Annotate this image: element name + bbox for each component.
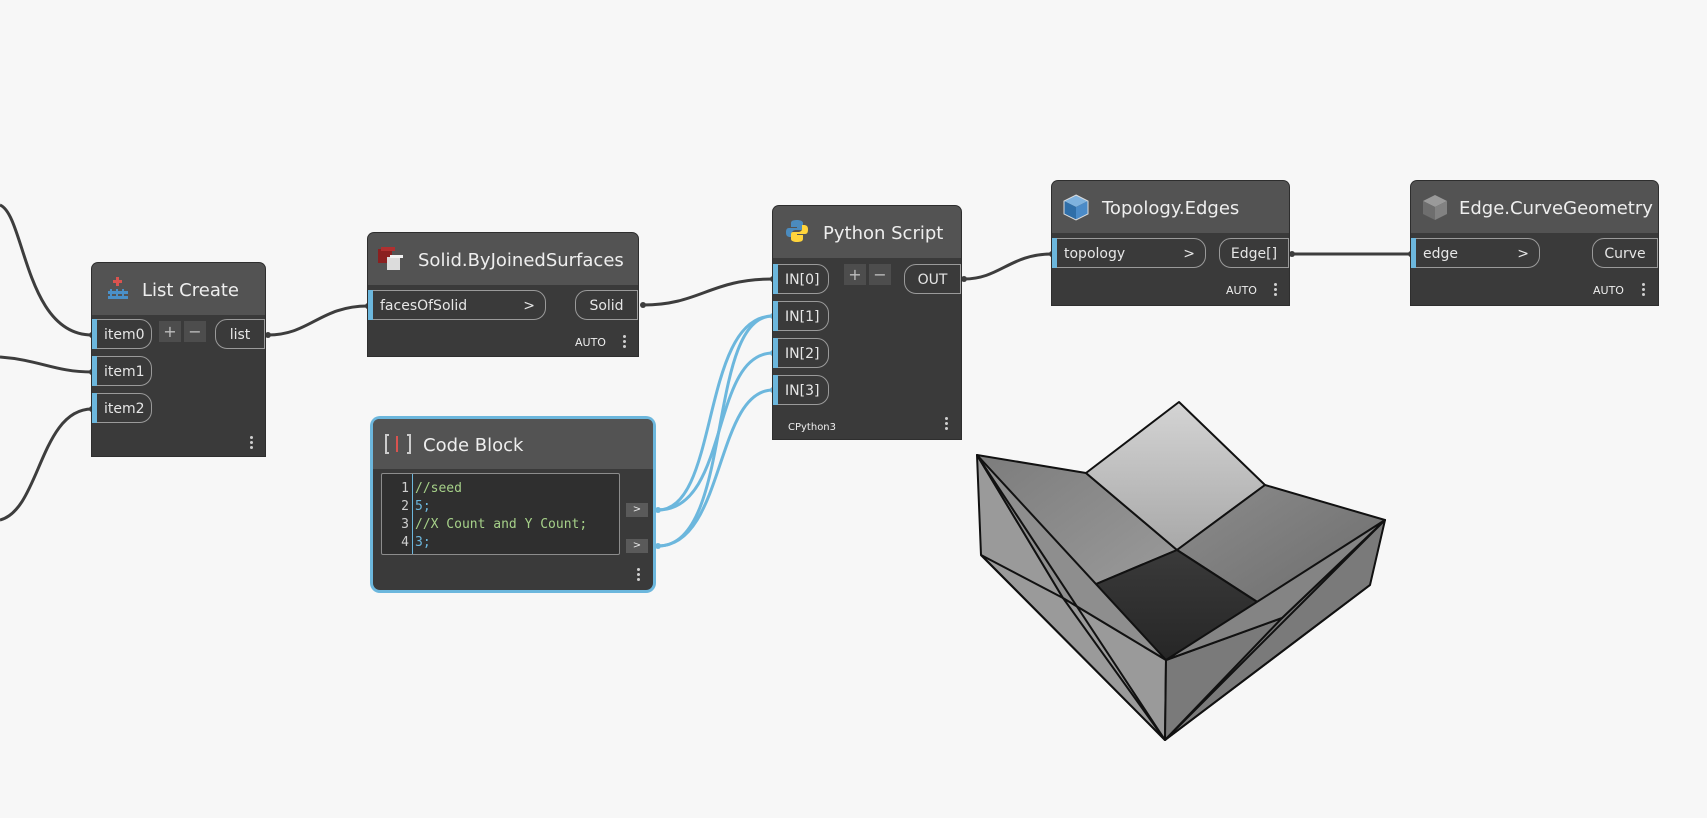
- output-port-list[interactable]: list: [215, 319, 265, 349]
- engine-label: CPython3: [788, 422, 837, 433]
- code-editor[interactable]: 1 //seed 2 5; 3 //X Count and Y Count; 4…: [381, 473, 620, 555]
- wire-offscreen-to-item1[interactable]: [0, 355, 93, 374]
- add-input-button[interactable]: +: [844, 264, 866, 285]
- add-input-button[interactable]: +: [159, 321, 181, 342]
- wire-offscreen-to-item2[interactable]: [0, 407, 93, 522]
- input-port-item1[interactable]: item1: [92, 356, 152, 386]
- input-port-in1[interactable]: IN[1]: [773, 301, 829, 331]
- solid-by-joined-surfaces-node[interactable]: Solid.ByJoinedSurfaces facesOfSolid > So…: [368, 233, 638, 356]
- solid-geometry-preview: [976, 401, 1386, 741]
- output-port-curve[interactable]: Curve: [1592, 238, 1658, 268]
- more-vertical-icon[interactable]: [637, 568, 641, 583]
- output-port-line-2[interactable]: >: [626, 503, 648, 517]
- node-header[interactable]: List Create: [92, 263, 265, 315]
- wire-seed-to-in2[interactable]: [657, 351, 774, 512]
- input-port-edge[interactable]: edge >: [1411, 238, 1540, 268]
- code-block-node[interactable]: Code Block 1 //seed 2 5; 3 //X Count and…: [373, 419, 653, 590]
- code-line[interactable]: //seed: [415, 481, 462, 496]
- code-block-icon: [385, 434, 411, 454]
- input-port-in2[interactable]: IN[2]: [773, 338, 829, 368]
- more-vertical-icon[interactable]: [1642, 283, 1646, 298]
- python-icon: [786, 220, 808, 242]
- line-number: 2: [401, 499, 409, 514]
- node-header[interactable]: Topology.Edges: [1052, 181, 1289, 233]
- edge-curve-geometry-node[interactable]: Edge.CurveGeometry edge > Curve AUTO: [1411, 181, 1658, 305]
- solid-icon: [378, 247, 403, 270]
- wire-offscreen-to-item0[interactable]: [0, 203, 93, 337]
- run-mode-label: AUTO: [1226, 284, 1257, 297]
- node-header[interactable]: Python Script: [773, 206, 961, 258]
- more-vertical-icon[interactable]: [1274, 283, 1278, 298]
- output-port-line-4[interactable]: >: [626, 539, 648, 553]
- node-title: Edge.CurveGeometry: [1459, 198, 1653, 219]
- node-title: Topology.Edges: [1102, 198, 1240, 219]
- node-header[interactable]: Code Block: [373, 419, 653, 469]
- node-title: Solid.ByJoinedSurfaces: [418, 250, 624, 271]
- output-port-solid[interactable]: Solid: [575, 290, 638, 320]
- code-line[interactable]: 3;: [415, 535, 431, 550]
- input-port-faces-of-solid[interactable]: facesOfSolid >: [368, 290, 546, 320]
- edge-cube-icon: [1423, 195, 1447, 220]
- list-create-icon: [108, 277, 128, 299]
- topology-cube-icon: [1063, 194, 1089, 221]
- remove-input-button[interactable]: −: [869, 264, 891, 285]
- code-line[interactable]: 5;: [415, 499, 431, 514]
- input-port-topology[interactable]: topology >: [1052, 238, 1206, 268]
- input-port-in0[interactable]: IN[0]: [773, 264, 829, 294]
- node-header[interactable]: Solid.ByJoinedSurfaces: [368, 233, 638, 285]
- node-header[interactable]: Edge.CurveGeometry: [1411, 181, 1658, 233]
- wire-out-to-topology[interactable]: [963, 252, 1053, 281]
- line-number: 4: [401, 535, 409, 550]
- list-create-node[interactable]: List Create item0 item1 item2 + − list: [92, 263, 265, 456]
- wire-count-to-in1[interactable]: [657, 314, 774, 548]
- input-port-in3[interactable]: IN[3]: [773, 375, 829, 405]
- more-vertical-icon[interactable]: [945, 417, 949, 432]
- input-port-item0[interactable]: item0: [92, 319, 152, 349]
- output-port-out[interactable]: OUT: [904, 264, 961, 294]
- run-mode-label: AUTO: [575, 336, 606, 349]
- more-vertical-icon[interactable]: [623, 335, 627, 350]
- remove-input-button[interactable]: −: [184, 321, 206, 342]
- python-script-node[interactable]: Python Script IN[0] IN[1] IN[2] IN[3] + …: [773, 206, 961, 439]
- wire-solid-to-in0[interactable]: [642, 277, 774, 307]
- node-title: Python Script: [823, 223, 944, 244]
- run-mode-label: AUTO: [1593, 284, 1624, 297]
- line-number: 1: [401, 481, 409, 496]
- node-title: Code Block: [423, 435, 524, 456]
- input-port-item2[interactable]: item2: [92, 393, 152, 423]
- topology-edges-node[interactable]: Topology.Edges topology > Edge[] AUTO: [1052, 181, 1289, 305]
- wire-list-to-faces[interactable]: [267, 304, 369, 337]
- line-number: 3: [401, 517, 409, 532]
- more-vertical-icon[interactable]: [250, 436, 254, 451]
- node-title: List Create: [142, 280, 239, 301]
- output-port-edges[interactable]: Edge[]: [1219, 238, 1289, 268]
- wire-count-to-in3[interactable]: [657, 388, 774, 548]
- code-line[interactable]: //X Count and Y Count;: [415, 517, 587, 532]
